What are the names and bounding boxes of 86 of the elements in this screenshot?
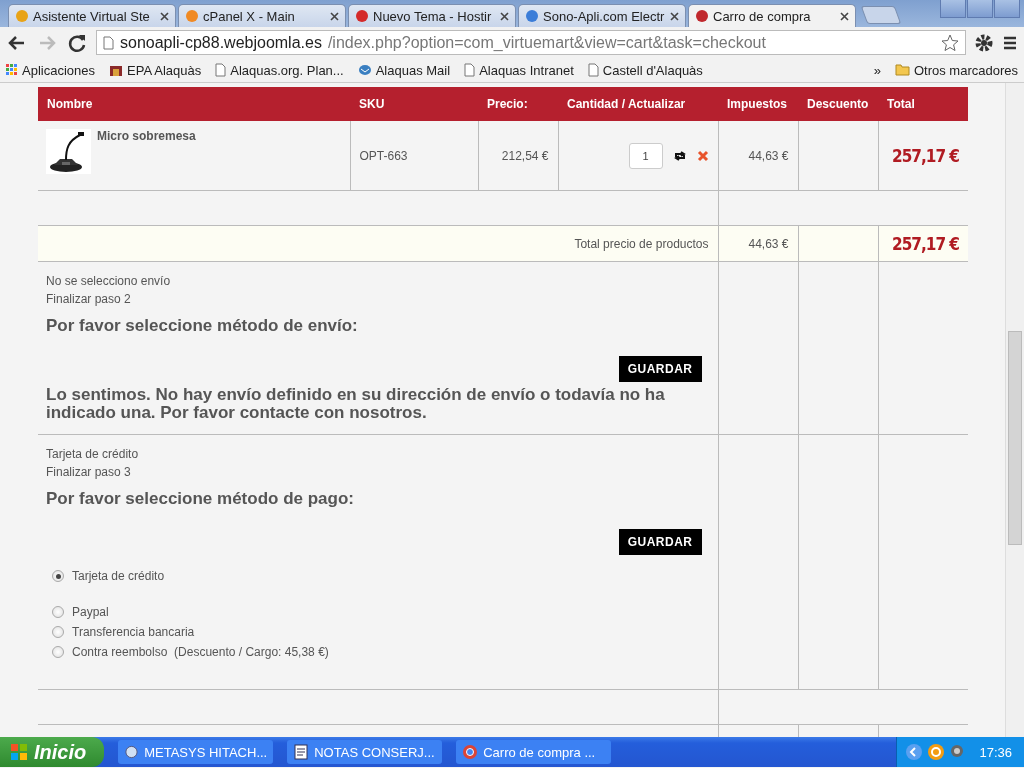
save-button[interactable]: GUARDAR (618, 529, 702, 555)
radio-button[interactable] (52, 626, 64, 638)
shipping-status: No se selecciono envío (46, 273, 172, 290)
browser-tab[interactable]: Asistente Virtual Ste (8, 4, 176, 27)
browser-tab[interactable]: Carro de compra (688, 4, 856, 27)
price-cell: 212,54 € (501, 148, 549, 163)
settings-icon[interactable] (974, 32, 994, 53)
start-button[interactable]: Inicio (0, 737, 105, 767)
column-header: Total (887, 97, 915, 111)
product-name[interactable]: Micro sobremesa (97, 129, 196, 143)
star-icon[interactable] (941, 33, 959, 52)
browser-icon (462, 744, 479, 760)
bookmark-link[interactable]: Alaquas Intranet (479, 62, 574, 78)
radio-button[interactable] (52, 570, 64, 582)
section-heading: Por favor seleccione método de pago: (46, 489, 355, 509)
save-button[interactable]: GUARDAR (618, 356, 702, 382)
menu-icon[interactable] (1002, 34, 1018, 51)
browser-tab[interactable]: cPanel X - Main (178, 4, 346, 27)
taskbar-button[interactable]: Carro de compra ... (456, 740, 612, 764)
favicon-icon (355, 9, 369, 23)
document-icon (293, 744, 310, 760)
favicon-icon (15, 9, 29, 23)
page-icon (215, 63, 227, 77)
more-bookmarks-button[interactable]: » (873, 62, 881, 78)
total-cell: 257,17 € (892, 233, 959, 254)
delete-icon[interactable] (696, 149, 709, 162)
radio-button[interactable] (52, 646, 64, 658)
payment-option[interactable]: Tarjeta de crédito (72, 569, 165, 583)
radio-button[interactable] (52, 606, 64, 618)
payment-status: Tarjeta de crédito (46, 446, 140, 463)
browser-tab[interactable]: Sono-Apli.com Electr (518, 4, 686, 27)
page-icon (464, 63, 476, 77)
column-header: Precio: (487, 97, 528, 111)
favicon-icon (695, 9, 709, 23)
bookmark-link[interactable]: Aplicaciones (22, 62, 95, 78)
step-label: Finalizar paso 3 (46, 464, 132, 481)
page-icon (587, 63, 599, 77)
quantity-input[interactable]: 1 (628, 142, 663, 169)
address-bar[interactable]: sonoapli-cp88.webjoomla.es /index.php?option=com_virtuemart&view=cart&task=checkout (96, 30, 966, 55)
scrollbar[interactable] (1005, 83, 1024, 737)
close-window-button[interactable] (994, 0, 1020, 18)
payment-option[interactable]: Transferencia bancaria (72, 625, 195, 639)
bookmark-link[interactable]: EPA Alaquàs (127, 62, 202, 78)
section-heading: Por favor seleccione método de envío: (46, 316, 359, 336)
taskbar-button[interactable]: NOTAS CONSERJ... (287, 740, 443, 764)
clock: 17:36 (979, 744, 1012, 760)
maximize-button[interactable] (967, 0, 993, 18)
minimize-button[interactable] (940, 0, 966, 18)
payment-option[interactable]: Paypal (72, 605, 109, 619)
bookmark-link[interactable]: Castell d'Alaquàs (602, 62, 703, 78)
building-icon (109, 63, 123, 77)
mail-icon (357, 63, 372, 77)
close-icon[interactable] (330, 11, 339, 21)
shipping-message: Lo sentimos. No hay envío definido en su dirección de envío o todavía no ha indicado una. Por favor contacte con nosotros. (46, 386, 666, 422)
refresh-icon[interactable] (672, 149, 687, 162)
apps-icon (6, 64, 18, 76)
new-tab-button[interactable] (860, 6, 902, 24)
bookmark-link[interactable]: Alaquas Mail (375, 62, 451, 78)
chevron-icon[interactable] (905, 743, 924, 761)
app-icon (124, 744, 140, 760)
folder-icon (894, 64, 910, 76)
column-header: Descuento (807, 97, 869, 111)
total-label: Total precio de productos (574, 236, 709, 251)
column-header: SKU (359, 97, 385, 111)
step-label: Finalizar paso 2 (46, 291, 132, 308)
close-icon[interactable] (840, 11, 849, 21)
taskbar-button[interactable]: METASYS HITACH... (118, 740, 274, 764)
bookmark-link[interactable]: Alaquas.org. Plan... (230, 62, 344, 78)
close-icon[interactable] (160, 11, 169, 21)
page-icon (103, 35, 114, 50)
bookmark-folder[interactable]: Otros marcadores (913, 62, 1018, 78)
sku-cell: OPT-663 (359, 148, 408, 163)
favicon-icon (525, 9, 539, 23)
payment-option[interactable]: Contra reembolso (Descuento / Cargo: 45,38 €) (72, 645, 329, 659)
tax-cell: 44,63 € (748, 148, 789, 163)
browser-tab[interactable]: Nuevo Tema - Hostir (348, 4, 516, 27)
total-cell: 257,17 € (892, 145, 959, 166)
column-header: Impuestos (727, 97, 787, 111)
tax-cell: 44,63 € (748, 236, 789, 251)
windows-flag-icon (10, 743, 28, 761)
column-header: Cantidad / Actualizar (567, 97, 686, 111)
favicon-icon (185, 9, 199, 23)
close-icon[interactable] (670, 11, 679, 21)
column-header: Nombre (47, 97, 93, 111)
app-icon[interactable] (927, 743, 946, 761)
close-icon[interactable] (500, 11, 509, 21)
